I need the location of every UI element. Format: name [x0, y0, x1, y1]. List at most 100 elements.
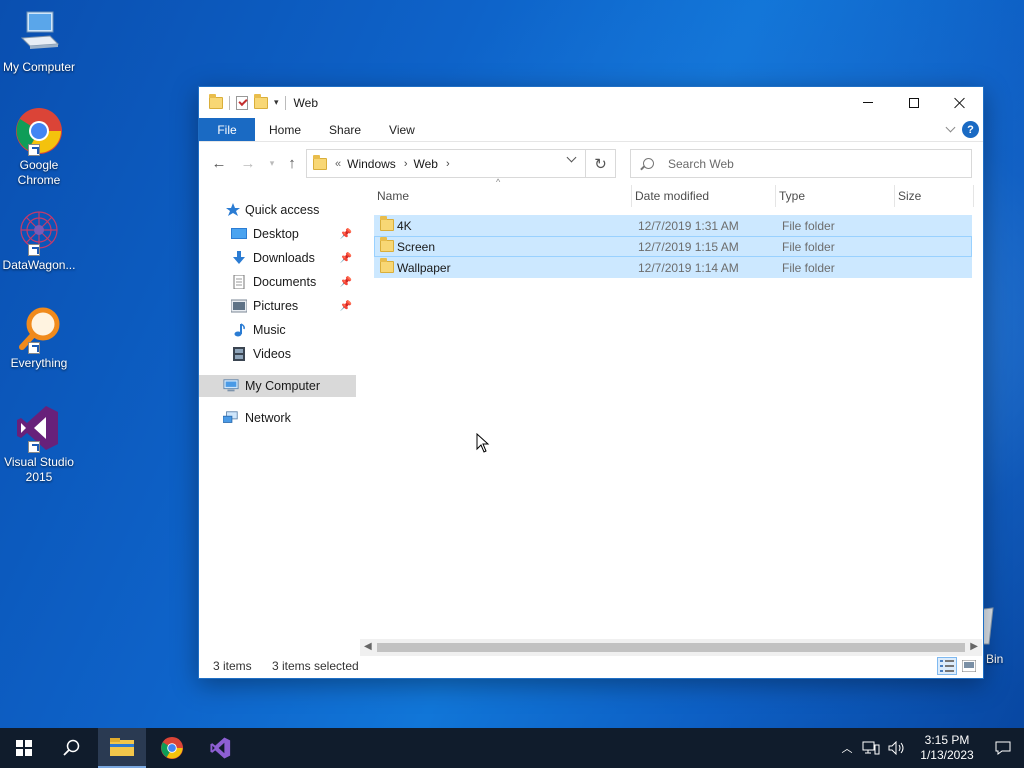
- back-button[interactable]: ←: [207, 151, 231, 175]
- address-bar[interactable]: « Windows › Web ›: [306, 149, 616, 178]
- desktop-icon-datawagon[interactable]: DataWagon...: [0, 206, 78, 273]
- large-icons-view-button[interactable]: [959, 657, 979, 675]
- scrollbar-thumb[interactable]: [377, 643, 965, 652]
- desktop-icon-label: DataWagon...: [2, 258, 76, 272]
- tab-home[interactable]: Home: [255, 118, 315, 141]
- computer-icon: [14, 8, 64, 58]
- tab-file[interactable]: File: [199, 118, 255, 141]
- clock-date: 1/13/2023: [920, 748, 974, 762]
- taskbar-clock[interactable]: 3:15 PM 1/13/2023: [912, 733, 982, 763]
- large-icons-view-icon: [962, 660, 976, 672]
- nav-music[interactable]: Music: [199, 319, 356, 341]
- title-bar[interactable]: ▾ Web: [199, 87, 983, 118]
- breadcrumb-chevron-icon[interactable]: ›: [404, 158, 408, 170]
- desktop-icon-visual-studio[interactable]: Visual Studio 2015: [0, 403, 78, 485]
- network-status-icon[interactable]: [862, 741, 880, 755]
- volume-icon[interactable]: [888, 741, 906, 755]
- search-taskbar-button[interactable]: [48, 728, 96, 768]
- taskbar-file-explorer[interactable]: [98, 728, 146, 768]
- file-date-modified: 12/7/2019 1:14 AM: [638, 260, 739, 275]
- nav-quick-access[interactable]: Quick access: [199, 199, 356, 221]
- nav-downloads[interactable]: Downloads 📌: [199, 247, 356, 269]
- breadcrumb-windows[interactable]: Windows: [347, 157, 396, 171]
- breadcrumb-overflow[interactable]: «: [335, 158, 341, 170]
- column-header-name[interactable]: Name: [374, 185, 632, 207]
- nav-network[interactable]: Network: [199, 407, 356, 429]
- file-row-wallpaper[interactable]: Wallpaper 12/7/2019 1:14 AM File folder: [374, 257, 972, 278]
- scroll-right-arrow-icon[interactable]: ▶: [970, 641, 978, 652]
- details-view-icon: [940, 660, 954, 672]
- column-headers: ^ Name Date modified Type Size: [374, 177, 974, 207]
- window-title: Web: [293, 95, 318, 110]
- everything-search-icon: [14, 304, 64, 354]
- chevron-down-icon: ▾: [269, 157, 275, 168]
- arrow-left-icon: ←: [211, 154, 227, 172]
- file-row-4k[interactable]: 4K 12/7/2019 1:31 AM File folder: [374, 215, 972, 236]
- network-icon: [223, 411, 238, 423]
- desktop-icon-my-computer[interactable]: My Computer: [0, 8, 78, 75]
- breadcrumb-web[interactable]: Web: [413, 157, 437, 171]
- details-view-button[interactable]: [937, 657, 957, 675]
- shortcut-arrow-icon: [28, 244, 40, 256]
- nav-label: Music: [253, 323, 286, 337]
- nav-pictures[interactable]: Pictures 📌: [199, 295, 356, 317]
- recycle-bin-label: Bin: [986, 652, 1004, 666]
- scroll-left-arrow-icon[interactable]: ◀: [364, 641, 372, 652]
- new-folder-icon[interactable]: [254, 93, 268, 109]
- breadcrumb-chevron-icon[interactable]: ›: [446, 158, 450, 170]
- up-button[interactable]: ↑: [280, 151, 304, 175]
- properties-icon[interactable]: [236, 95, 248, 110]
- document-icon: [233, 275, 245, 289]
- help-icon[interactable]: ?: [962, 121, 979, 138]
- star-icon: [226, 203, 240, 216]
- desktop-icon-label: Everything: [10, 356, 68, 370]
- start-button[interactable]: [0, 728, 48, 768]
- show-hidden-icons-chevron-icon[interactable]: ︿: [836, 740, 858, 756]
- navigation-bar: ← → ▾ ↑ « Windows › Web › ↻ Search Web: [199, 142, 983, 184]
- maximize-button[interactable]: [891, 87, 937, 118]
- file-type: File folder: [782, 218, 835, 233]
- desktop-icon-everything[interactable]: Everything: [0, 304, 78, 371]
- mouse-cursor-icon: [476, 433, 490, 453]
- column-header-type[interactable]: Type: [776, 185, 895, 207]
- taskbar-chrome[interactable]: [148, 728, 196, 768]
- system-tray: ︿ 3:15 PM 1/13/2023: [836, 728, 1024, 768]
- nav-videos[interactable]: Videos: [199, 343, 356, 365]
- close-button[interactable]: [937, 87, 983, 118]
- address-dropdown-button[interactable]: [566, 152, 577, 163]
- nav-documents[interactable]: Documents 📌: [199, 271, 356, 293]
- desktop-icon-label: Google Chrome: [17, 158, 61, 187]
- computer-icon: [223, 379, 239, 392]
- column-header-date-modified[interactable]: Date modified: [632, 185, 776, 207]
- file-date-modified: 12/7/2019 1:31 AM: [638, 218, 739, 233]
- column-header-size[interactable]: Size: [895, 185, 974, 207]
- customize-toolbar-dropdown-icon[interactable]: ▾: [274, 97, 279, 108]
- shortcut-arrow-icon: [28, 144, 40, 156]
- forward-button[interactable]: →: [236, 151, 260, 175]
- desktop-icon-google-chrome[interactable]: Google Chrome: [0, 106, 78, 188]
- pin-icon: 📌: [339, 276, 352, 288]
- folder-icon: [313, 154, 327, 170]
- visual-studio-icon: [210, 737, 231, 759]
- tab-share[interactable]: Share: [315, 118, 375, 141]
- shortcut-arrow-icon: [28, 342, 40, 354]
- search-box[interactable]: Search Web: [630, 149, 972, 178]
- file-row-screen[interactable]: Screen 12/7/2019 1:15 AM File folder: [374, 236, 972, 257]
- nav-desktop[interactable]: Desktop 📌: [199, 223, 356, 245]
- notification-icon: [995, 741, 1011, 755]
- toolbar-divider: [284, 95, 286, 110]
- refresh-button[interactable]: ↻: [585, 149, 615, 178]
- folder-icon: [380, 237, 394, 252]
- music-note-icon: [234, 323, 245, 337]
- search-icon: [643, 158, 654, 169]
- nav-my-computer[interactable]: My Computer: [199, 375, 356, 397]
- expand-ribbon-chevron-icon[interactable]: [945, 122, 956, 133]
- datawagon-icon: [14, 206, 64, 256]
- minimize-button[interactable]: [845, 87, 891, 118]
- tab-view[interactable]: View: [375, 118, 429, 141]
- taskbar-visual-studio[interactable]: [197, 728, 245, 768]
- file-type: File folder: [782, 260, 835, 275]
- action-center-button[interactable]: [982, 728, 1024, 768]
- chrome-icon: [160, 736, 184, 760]
- file-explorer-window: ▾ Web File Home Share View ? ← → ▾ ↑ « W…: [198, 86, 984, 679]
